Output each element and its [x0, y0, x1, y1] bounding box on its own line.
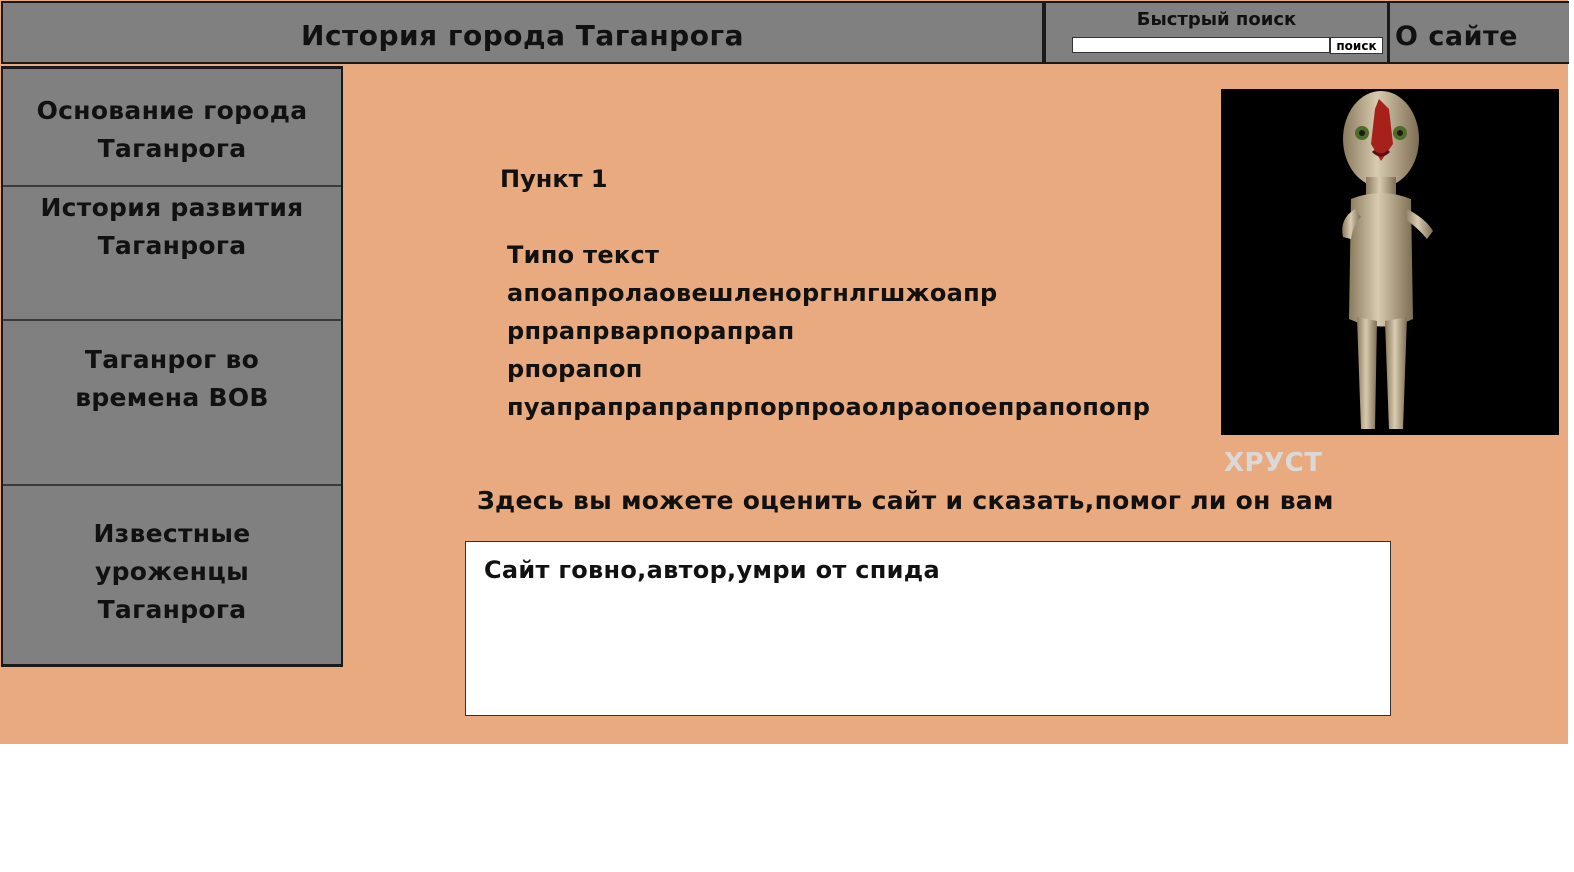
sidebar-divider: [3, 484, 341, 486]
sidebar-item-label: Таганрога: [97, 595, 247, 624]
search-button[interactable]: поиск: [1330, 37, 1383, 54]
quick-search: Быстрый поиск поиск: [1044, 1, 1389, 64]
body-line: рпрапрварпорапрап: [507, 317, 795, 345]
body-line: рпорапоп: [507, 355, 643, 383]
sidebar-item-label: История развития: [40, 193, 304, 222]
body-line: пуапрапрапрапрпорпроаолраопоепрапопопр: [507, 393, 1151, 421]
sidebar: Основание города Таганрога История разви…: [1, 66, 343, 667]
sidebar-item-natives[interactable]: Известные уроженцы Таганрога: [3, 515, 341, 629]
about-link[interactable]: О сайте: [1395, 21, 1518, 52]
body-line: апоапролаовешленоргнлгшжоапр: [507, 279, 998, 307]
sidebar-divider: [3, 319, 341, 321]
body-text: Типо текст апоапролаовешленоргнлгшжоапр …: [507, 236, 1150, 426]
sidebar-item-label: Основание города: [36, 96, 308, 125]
sidebar-item-label: Таганрога: [97, 134, 247, 163]
figure-icon: [1342, 91, 1433, 429]
sidebar-divider: [3, 185, 341, 187]
sidebar-item-founding[interactable]: Основание города Таганрога: [3, 92, 341, 168]
header-title-bar: История города Таганрога: [1, 1, 1044, 64]
site-title: История города Таганрога: [301, 19, 744, 52]
search-label: Быстрый поиск: [1136, 9, 1297, 30]
body-line: Типо текст: [507, 241, 660, 269]
search-input[interactable]: [1072, 37, 1330, 53]
sidebar-item-ww2[interactable]: Таганрог во времена ВОВ: [3, 341, 341, 417]
image-caption: ХРУСТ: [1224, 448, 1323, 478]
figure-image: [1221, 89, 1559, 435]
about-section: О сайте: [1389, 1, 1569, 64]
feedback-textarea[interactable]: Сайт говно,автор,умри от спида: [465, 541, 1391, 716]
sidebar-item-development[interactable]: История развития Таганрога: [3, 189, 341, 265]
sidebar-item-label: уроженцы: [94, 557, 249, 586]
sidebar-item-label: Известные: [93, 519, 251, 548]
page: История города Таганрога Быстрый поиск п…: [0, 0, 1574, 872]
sidebar-item-label: Таганрог во: [84, 345, 260, 374]
section-title: Пункт 1: [500, 165, 608, 193]
rate-prompt: Здесь вы можете оценить сайт и сказать,п…: [477, 486, 1334, 515]
sidebar-item-label: времена ВОВ: [75, 383, 269, 412]
sidebar-item-label: Таганрога: [97, 231, 247, 260]
